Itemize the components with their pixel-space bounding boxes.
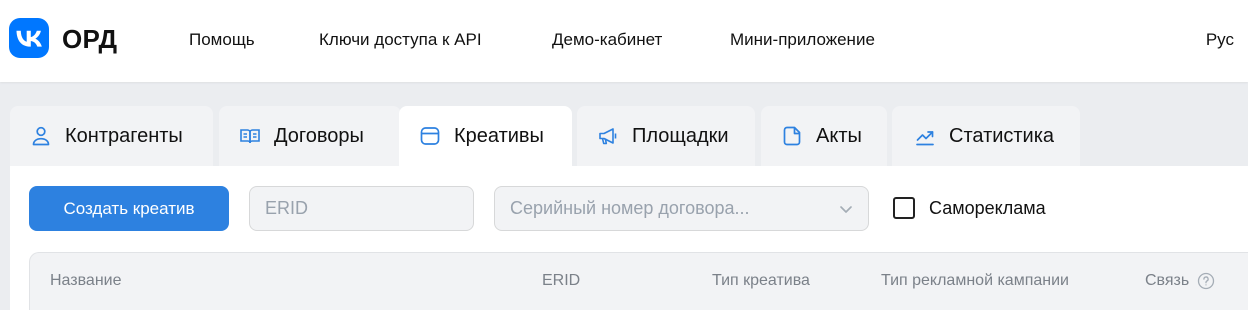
column-header-campaign-type[interactable]: Тип рекламной кампании: [881, 272, 1069, 290]
column-header-erid[interactable]: ERID: [542, 272, 580, 290]
tab-counterparties[interactable]: Контрагенты: [10, 106, 213, 166]
column-header-creative-type[interactable]: Тип креатива: [712, 272, 810, 290]
document-icon: [783, 126, 801, 146]
chevron-down-icon: [840, 206, 852, 213]
book-icon: [240, 129, 260, 144]
vk-logo-icon[interactable]: [9, 18, 49, 58]
create-creative-button[interactable]: Создать креатив: [29, 186, 229, 231]
tab-label: Креативы: [454, 124, 544, 147]
tab-creatives[interactable]: Креативы: [399, 106, 572, 166]
nav-mini-app[interactable]: Мини-приложение: [730, 30, 875, 50]
tab-contracts[interactable]: Договоры: [219, 106, 401, 166]
megaphone-icon: [599, 128, 617, 145]
top-header: ОРД Помощь Ключи доступа к API Демо-каби…: [0, 0, 1248, 82]
card-icon: [420, 127, 440, 145]
tab-label: Договоры: [274, 124, 364, 147]
language-switcher[interactable]: Рус: [1206, 30, 1234, 50]
self-ad-checkbox[interactable]: [893, 197, 915, 219]
nav-help[interactable]: Помощь: [189, 30, 255, 50]
erid-search-input[interactable]: [249, 186, 474, 231]
trend-chart-icon: [916, 131, 934, 146]
tab-platforms[interactable]: Площадки: [577, 106, 755, 166]
help-icon[interactable]: [1197, 272, 1215, 290]
self-ad-label[interactable]: Самореклама: [929, 198, 1046, 219]
tab-label: Статистика: [949, 124, 1055, 147]
tab-label: Акты: [816, 124, 862, 147]
contract-number-select[interactable]: Серийный номер договора...: [494, 186, 869, 231]
tab-label: Контрагенты: [65, 124, 183, 147]
nav-api-keys[interactable]: Ключи доступа к API: [319, 30, 482, 50]
column-header-name[interactable]: Название: [50, 272, 122, 290]
tab-label: Площадки: [632, 124, 729, 147]
brand-title[interactable]: ОРД: [62, 24, 117, 55]
tab-acts[interactable]: Акты: [761, 106, 887, 166]
nav-demo-cabinet[interactable]: Демо-кабинет: [552, 30, 662, 50]
tab-statistics[interactable]: Статистика: [892, 106, 1080, 166]
user-icon: [32, 126, 50, 146]
column-header-link[interactable]: Связь: [1145, 272, 1189, 290]
